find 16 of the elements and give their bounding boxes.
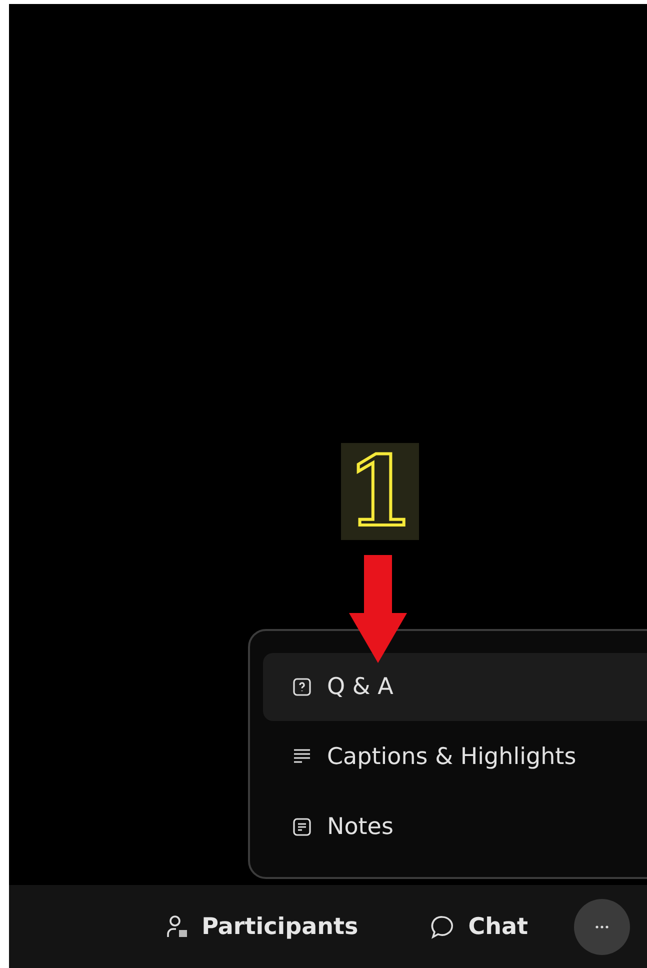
chat-button[interactable]: Chat bbox=[430, 914, 528, 940]
question-icon bbox=[293, 678, 311, 696]
menu-item-label: Notes bbox=[327, 814, 394, 840]
step-number: 1 bbox=[341, 443, 419, 540]
person-icon bbox=[166, 914, 188, 938]
lines-icon bbox=[293, 748, 311, 766]
note-icon bbox=[293, 818, 311, 836]
menu-item[interactable]: Captions & Highlights bbox=[263, 723, 647, 791]
participants-button[interactable]: Participants bbox=[166, 914, 358, 940]
menu-item-label: Q & A bbox=[327, 674, 394, 700]
menu-item[interactable]: Notes bbox=[263, 793, 647, 861]
menu-item-label: Captions & Highlights bbox=[327, 744, 576, 770]
menu-item[interactable]: Q & A bbox=[263, 653, 647, 721]
chat-bubble-icon bbox=[430, 914, 454, 938]
down-arrow-icon bbox=[349, 555, 407, 663]
more-icon bbox=[595, 924, 609, 928]
